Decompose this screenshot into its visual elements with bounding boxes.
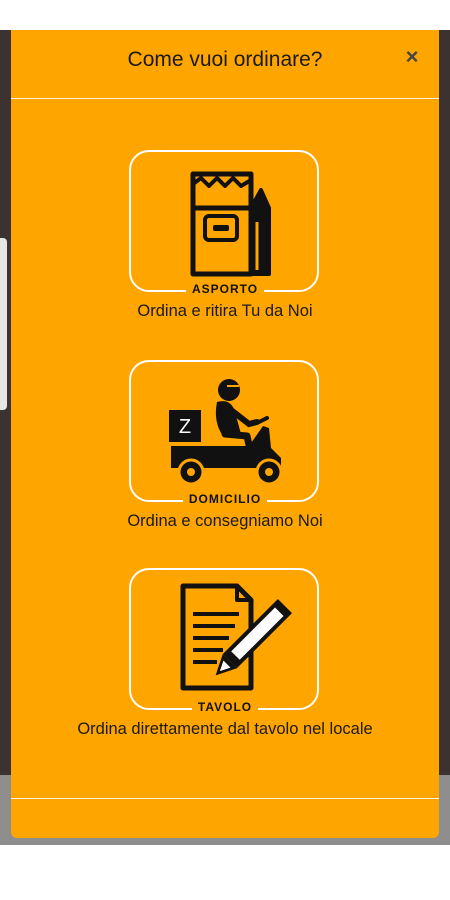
option-tavolo-description: Ordina direttamente dal tavolo nel local…	[77, 720, 373, 738]
option-asporto-description: Ordina e ritira Tu da Noi	[137, 302, 313, 320]
modal-title: Come vuoi ordinare?	[127, 48, 323, 71]
option-asporto-tag-label: ASPORTO	[185, 282, 265, 296]
option-asporto-frame	[129, 150, 319, 292]
takeaway-bag-icon	[190, 171, 271, 277]
option-tavolo[interactable]: TAVOLO Ordina direttamente dal tavolo ne…	[11, 568, 439, 753]
header-divider	[11, 98, 439, 99]
option-domicilio-tag: DOMICILIO	[11, 490, 439, 508]
option-domicilio-frame: Z	[129, 360, 319, 502]
option-tavolo-tag-label: TAVOLO	[191, 700, 259, 714]
table-order-icon	[180, 583, 293, 691]
option-tavolo-tag: TAVOLO	[11, 698, 439, 716]
drawer-handle[interactable]	[0, 238, 7, 410]
close-button[interactable]: ×	[399, 44, 425, 70]
option-domicilio-tag-label: DOMICILIO	[182, 492, 268, 506]
modal-header: Come vuoi ordinare? ×	[11, 30, 439, 98]
option-tavolo-frame	[129, 568, 319, 710]
option-domicilio[interactable]: Z DOMICILIO Ordina e consegniamo Noi	[11, 360, 439, 545]
option-asporto-tag: ASPORTO	[11, 280, 439, 298]
delivery-box-letter: Z	[179, 416, 191, 438]
option-domicilio-description: Ordina e consegniamo Noi	[127, 512, 323, 530]
order-type-modal: Come vuoi ordinare? × ASPORTO Ordina e r…	[11, 30, 439, 838]
option-asporto[interactable]: ASPORTO Ordina e ritira Tu da Noi	[11, 150, 439, 335]
delivery-scooter-icon: Z	[169, 379, 283, 486]
footer-divider	[11, 798, 439, 799]
close-icon: ×	[405, 44, 419, 69]
